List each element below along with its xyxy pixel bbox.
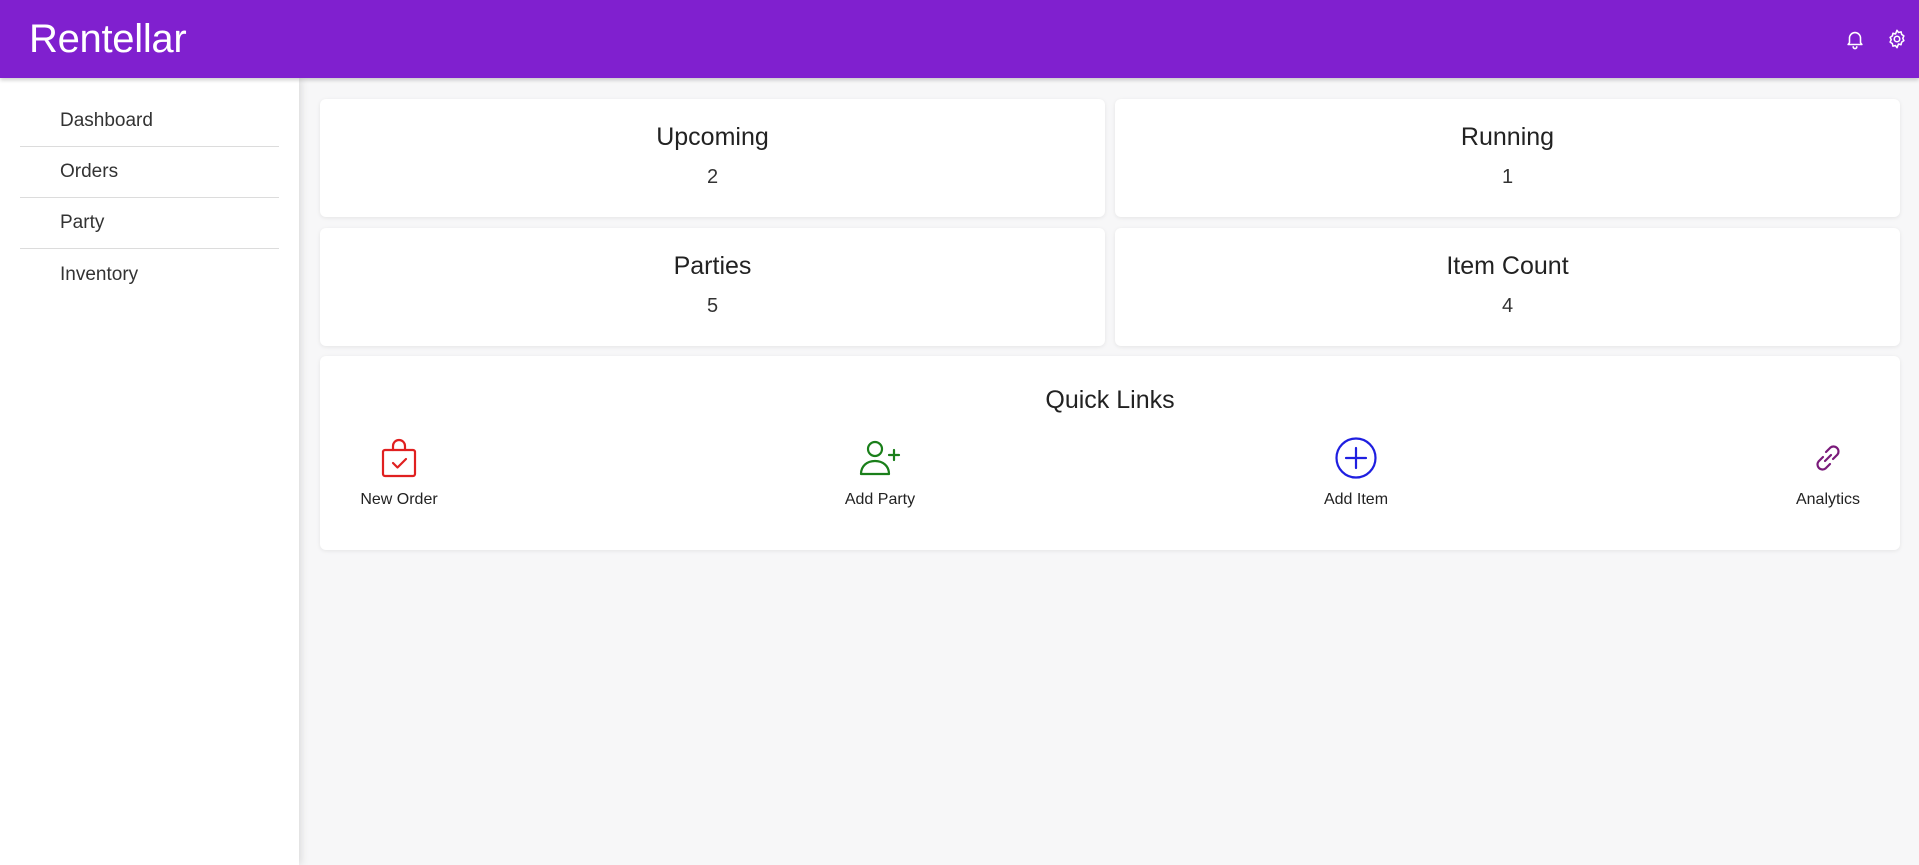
quick-links-title: Quick Links — [1045, 386, 1175, 414]
quick-link-add-party[interactable]: Add Party — [820, 435, 940, 509]
shopping-bag-check-icon — [376, 435, 422, 481]
stat-title: Running — [1460, 123, 1555, 151]
stat-card-upcoming: Upcoming 2 — [320, 99, 1105, 217]
sidebar-item-dashboard[interactable]: Dashboard — [20, 96, 279, 147]
bell-icon[interactable] — [1843, 27, 1867, 51]
stat-card-item-count: Item Count 4 — [1115, 228, 1900, 346]
sidebar-item-inventory[interactable]: Inventory — [20, 249, 279, 300]
stat-value: 5 — [706, 295, 719, 317]
sidebar-item-party[interactable]: Party — [20, 198, 279, 249]
app-header: Rentellar — [0, 0, 1919, 78]
stats-grid: Upcoming 2 Running 1 Parties 5 Item Coun… — [320, 99, 1900, 346]
stat-title: Parties — [673, 252, 752, 280]
sidebar-item-orders[interactable]: Orders — [20, 147, 279, 198]
quick-link-add-item[interactable]: Add Item — [1296, 435, 1416, 509]
header-actions — [1843, 27, 1919, 51]
stat-card-running: Running 1 — [1115, 99, 1900, 217]
quick-link-label: Add Party — [844, 491, 916, 508]
stat-title: Upcoming — [656, 123, 769, 151]
quick-link-new-order[interactable]: New Order — [339, 435, 459, 509]
stat-value: 1 — [1501, 166, 1514, 188]
stat-value: 4 — [1501, 295, 1514, 317]
quick-link-analytics[interactable]: Analytics — [1768, 435, 1888, 509]
link-icon — [1805, 435, 1851, 481]
quick-link-label: Add Item — [1323, 491, 1389, 508]
sidebar: Dashboard Orders Party Inventory — [0, 78, 299, 865]
stat-title: Item Count — [1446, 252, 1569, 280]
user-plus-icon — [857, 435, 903, 481]
main-content: Upcoming 2 Running 1 Parties 5 Item Coun… — [320, 99, 1900, 550]
stat-value: 2 — [706, 166, 719, 188]
app-title: Rentellar — [29, 16, 187, 61]
quick-links-card: Quick Links New Order Add Party Add Item… — [320, 356, 1900, 550]
plus-circle-icon — [1333, 435, 1379, 481]
stat-card-parties: Parties 5 — [320, 228, 1105, 346]
quick-link-label: Analytics — [1795, 491, 1861, 508]
quick-link-label: New Order — [360, 491, 438, 508]
gear-icon[interactable] — [1885, 27, 1909, 51]
